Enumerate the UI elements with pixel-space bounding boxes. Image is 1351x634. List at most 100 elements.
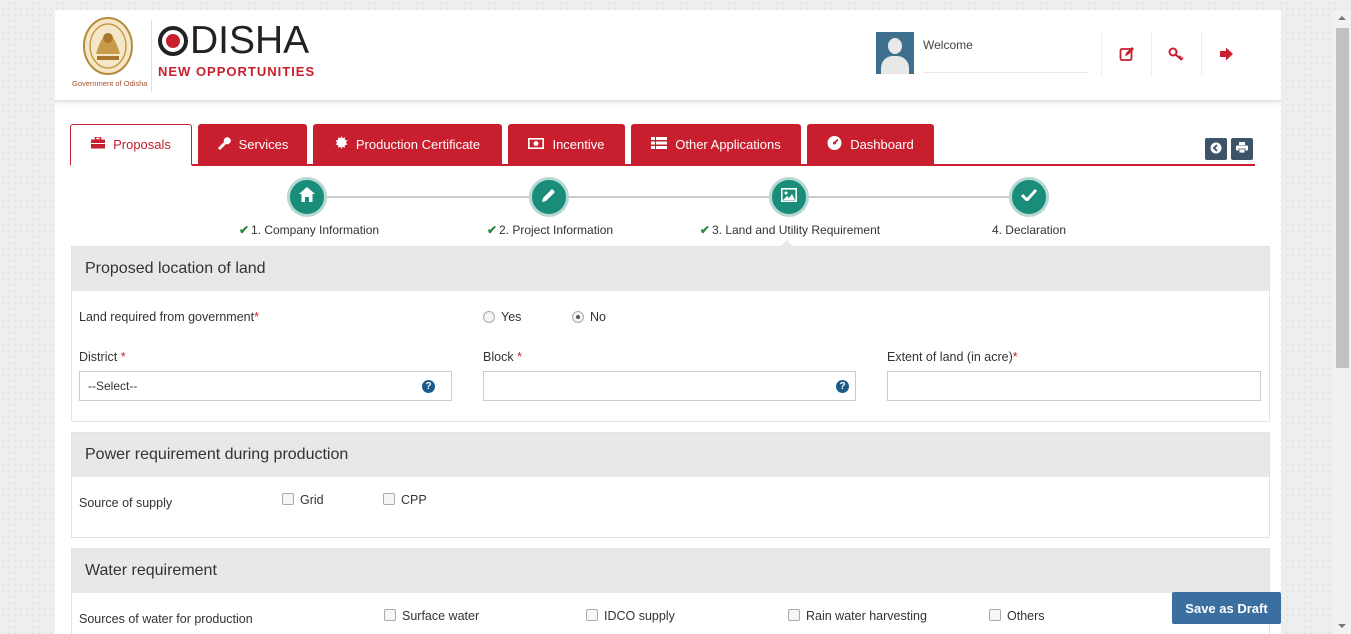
check-icon (1020, 188, 1038, 206)
grid-icon (651, 136, 668, 152)
tab-production-certificate[interactable]: Production Certificate (313, 124, 502, 164)
print-icon (1236, 142, 1248, 156)
checkbox-idco-supply[interactable] (586, 609, 598, 621)
step-4-declaration[interactable] (1009, 177, 1049, 217)
checkbox-cpp-label: CPP (401, 493, 427, 507)
scroll-thumb[interactable] (1336, 28, 1349, 368)
checkbox-grid-label: Grid (300, 493, 324, 507)
step-1-company[interactable] (287, 177, 327, 217)
cpp-checkbox[interactable]: CPP (383, 493, 427, 507)
tab-label: Proposals (113, 137, 171, 152)
required-marker: * (254, 310, 259, 324)
dashboard-icon (827, 135, 842, 153)
logout-button[interactable] (1201, 32, 1251, 76)
water-source-label: Sources of water for production (79, 612, 253, 626)
checkbox-rain-water[interactable] (788, 609, 800, 621)
required-marker: * (120, 350, 126, 364)
radio-no-label: No (590, 310, 606, 324)
tab-incentive[interactable]: Incentive (508, 124, 625, 164)
welcome-text: Welcome (923, 38, 973, 52)
tab-other-applications[interactable]: Other Applications (631, 124, 801, 164)
money-icon (528, 137, 545, 152)
water-panel-title: Water requirement (72, 549, 1269, 593)
save-as-draft-button[interactable]: Save as Draft (1172, 592, 1281, 624)
land-gov-yes-radio[interactable]: Yes (483, 310, 521, 324)
step-3-land[interactable] (769, 177, 809, 217)
tab-label: Dashboard (850, 136, 914, 152)
land-gov-label: Land required from government* (79, 310, 259, 324)
land-gov-text: Land required from government (79, 310, 255, 324)
others-checkbox[interactable]: Others (989, 609, 1045, 623)
tab-services[interactable]: Services (198, 124, 307, 164)
print-button[interactable] (1231, 138, 1253, 160)
wrench-icon (217, 136, 231, 153)
district-select[interactable]: --Select-- (79, 371, 452, 401)
scroll-down-icon[interactable] (1338, 624, 1346, 628)
surface-water-checkbox[interactable]: Surface water (384, 609, 479, 623)
header: Government of Odisha DISHA NEW OPPORTUNI… (55, 10, 1281, 102)
odisha-logo[interactable]: DISHA NEW OPPORTUNITIES (158, 20, 315, 79)
logo-divider (151, 20, 152, 92)
checkbox-rain-water-label: Rain water harvesting (806, 609, 927, 623)
key-icon (1168, 47, 1183, 61)
image-icon (781, 187, 797, 207)
tab-label: Other Applications (675, 136, 781, 152)
done-check-icon: ✔ (486, 223, 497, 237)
pencil-icon (541, 187, 557, 208)
logo-subtitle: NEW OPPORTUNITIES (158, 64, 316, 79)
tab-proposals[interactable]: Proposals (70, 124, 192, 166)
step-2-project[interactable] (529, 177, 569, 217)
radio-no[interactable] (572, 311, 584, 323)
required-marker: * (517, 350, 522, 364)
main-tabs: Proposals Services Production Certificat… (70, 124, 1255, 166)
change-password-button[interactable] (1151, 32, 1201, 76)
government-emblem: Government of Odisha (72, 16, 147, 96)
block-label: Block * (483, 350, 522, 364)
checkbox-grid[interactable] (282, 493, 294, 505)
power-source-label: Source of supply (79, 496, 173, 510)
done-check-icon: ✔ (699, 223, 710, 237)
logo-o-icon (158, 26, 188, 56)
tab-dashboard[interactable]: Dashboard (807, 124, 934, 164)
step-2-label[interactable]: ✔ 2. Project Information (475, 223, 625, 237)
page-scrollbar[interactable] (1334, 10, 1351, 634)
power-panel: Power requirement during production Sour… (71, 432, 1270, 538)
grid-checkbox[interactable]: Grid (282, 493, 324, 507)
extent-input[interactable] (887, 371, 1261, 401)
idco-supply-checkbox[interactable]: IDCO supply (586, 609, 675, 623)
checkbox-cpp[interactable] (383, 493, 395, 505)
land-gov-no-radio[interactable]: No (572, 310, 606, 324)
emblem-icon (83, 17, 133, 75)
checkbox-others-label: Others (1007, 609, 1045, 623)
step-label-text: 1. Company Information (251, 223, 380, 237)
back-icon (1210, 142, 1222, 157)
steps-connector (307, 196, 1035, 198)
district-help-icon[interactable]: ? (422, 380, 435, 393)
certificate-icon (335, 136, 348, 152)
step-1-label[interactable]: ✔ 1. Company Information (229, 223, 389, 237)
rain-water-checkbox[interactable]: Rain water harvesting (788, 609, 927, 623)
tab-label: Services (238, 136, 289, 152)
radio-yes[interactable] (483, 311, 495, 323)
edit-profile-button[interactable] (1101, 32, 1151, 76)
block-help-icon[interactable]: ? (836, 380, 849, 393)
avatar-head (888, 38, 902, 54)
briefcase-icon (91, 136, 106, 152)
checkbox-others[interactable] (989, 609, 1001, 621)
step-4-label[interactable]: 4. Declaration (973, 223, 1085, 237)
checkbox-idco-supply-label: IDCO supply (604, 609, 675, 623)
block-select[interactable] (483, 371, 856, 401)
water-panel: Water requirement Sources of water for p… (71, 548, 1270, 634)
step-label-text: 4. Declaration (991, 223, 1067, 237)
avatar[interactable] (876, 32, 914, 74)
home-icon (299, 187, 315, 207)
scroll-up-icon[interactable] (1338, 16, 1346, 20)
extent-label: Extent of land (in acre)* (887, 350, 1018, 364)
radio-yes-label: Yes (501, 310, 522, 324)
edit-icon (1119, 47, 1134, 61)
avatar-body (881, 56, 909, 74)
back-button[interactable] (1205, 138, 1227, 160)
land-panel: Proposed location of land Land required … (71, 246, 1270, 422)
checkbox-surface-water[interactable] (384, 609, 396, 621)
step-3-label[interactable]: ✔ 3. Land and Utility Requirement (687, 223, 893, 237)
